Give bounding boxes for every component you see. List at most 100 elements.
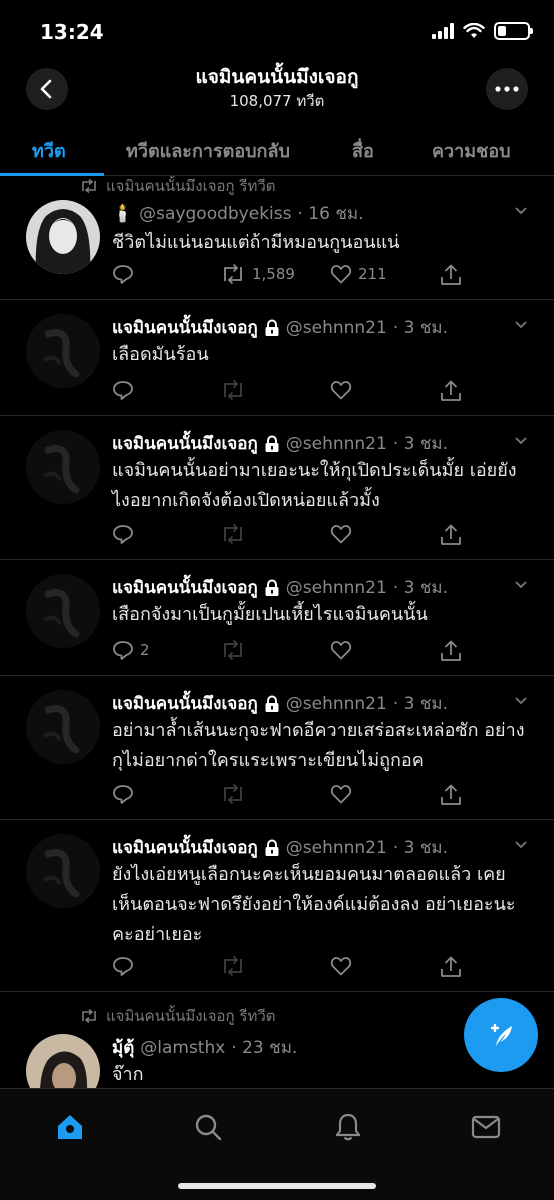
- tab-likes[interactable]: ความชอบ: [432, 136, 511, 165]
- tweet-item[interactable]: แจมินคนนั้นมึงเจอกู @sehnnn21 · 3 ชม. เล…: [0, 300, 554, 416]
- tweet-time: · 16 ชม.: [297, 204, 364, 224]
- retweet-button[interactable]: [220, 640, 246, 660]
- like-button[interactable]: [330, 380, 352, 400]
- author-name[interactable]: มุ้ตุ้: [112, 1034, 134, 1061]
- reply-button[interactable]: 2: [112, 640, 150, 660]
- chevron-down-icon[interactable]: [514, 434, 528, 448]
- chevron-down-icon[interactable]: [514, 578, 528, 592]
- tab-media[interactable]: สื่อ: [352, 136, 374, 165]
- tweet-item[interactable]: แจมินคนนั้นมึงเจอกู @sehnnn21 · 3 ชม. แจ…: [0, 416, 554, 560]
- retweet-button[interactable]: [220, 524, 246, 544]
- author-name[interactable]: 🕯️: [112, 204, 133, 224]
- tweet-item[interactable]: แจมินคนนั้นมึงเจอกู รีทวีต 🕯️ @saygoodby…: [0, 176, 554, 300]
- bell-icon: [335, 1113, 361, 1141]
- tweet-item[interactable]: แจมินคนนั้นมึงเจอกู @sehnnn21 · 3 ชม. ยั…: [0, 820, 554, 992]
- share-button[interactable]: [440, 956, 462, 978]
- author-name[interactable]: แจมินคนนั้นมึงเจอกู: [112, 690, 258, 717]
- heart-icon: [330, 785, 352, 804]
- nav-search[interactable]: [188, 1107, 228, 1147]
- reply-button[interactable]: [112, 380, 140, 400]
- retweet-icon: [224, 956, 242, 976]
- tweet-actions: [112, 956, 464, 980]
- share-button[interactable]: [440, 640, 462, 662]
- chevron-down-icon[interactable]: [514, 838, 528, 852]
- retweet-button[interactable]: [220, 784, 246, 804]
- compose-tweet-button[interactable]: [464, 998, 538, 1072]
- reply-icon: [113, 957, 133, 976]
- retweet-icon: [82, 1009, 96, 1023]
- tweet-text: ยังไงเอ่ยหนูเลือกนะคะเห็นยอมคนมาตลอดแล้ว…: [112, 864, 516, 945]
- share-button[interactable]: [440, 784, 462, 806]
- retweet-count: 1,589: [252, 265, 295, 283]
- author-handle[interactable]: @sehnnn21: [286, 578, 387, 598]
- nav-notifications[interactable]: [328, 1107, 368, 1147]
- author-handle[interactable]: @sehnnn21: [286, 318, 387, 338]
- like-button[interactable]: [330, 784, 352, 804]
- like-button[interactable]: 211: [330, 264, 387, 284]
- tweet-header: แจมินคนนั้นมึงเจอกู @sehnnn21 · 3 ชม.: [112, 430, 504, 457]
- tweet-time: · 3 ชม.: [392, 838, 448, 858]
- retweet-button[interactable]: [220, 956, 246, 976]
- nav-messages[interactable]: [466, 1107, 506, 1147]
- avatar-image: [26, 690, 100, 764]
- author-name[interactable]: แจมินคนนั้นมึงเจอกู: [112, 834, 258, 861]
- tweet-text: ชีวิตไม่แน่นอนแต่ถ้ามีหมอนกูนอนแน่: [112, 232, 400, 253]
- tweet-header: มุ้ตุ้ @lamsthx · 23 ชม.: [112, 1034, 504, 1061]
- status-time: 13:24: [40, 20, 104, 44]
- avatar[interactable]: [26, 690, 100, 764]
- tweet-time: · 23 ชม.: [231, 1038, 298, 1058]
- reply-button[interactable]: [112, 784, 140, 804]
- avatar-image: [26, 574, 100, 648]
- heart-icon: [330, 957, 352, 976]
- reply-button[interactable]: [112, 956, 140, 976]
- avatar[interactable]: [26, 834, 100, 908]
- retweet-icon: [224, 640, 242, 660]
- chevron-down-icon[interactable]: [514, 318, 528, 332]
- tweet-header: แจมินคนนั้นมึงเจอกู @sehnnn21 · 3 ชม.: [112, 574, 504, 601]
- tab-tweets[interactable]: ทวีต: [32, 136, 66, 165]
- profile-tabs: ทวีต ทวีตและการตอบกลับ สื่อ ความชอบ: [0, 118, 554, 176]
- retweet-button[interactable]: 1,589: [220, 264, 295, 284]
- retweet-icon: [224, 784, 242, 804]
- share-button[interactable]: [440, 524, 462, 546]
- avatar[interactable]: [26, 430, 100, 504]
- avatar[interactable]: [26, 574, 100, 648]
- reply-button[interactable]: [112, 524, 140, 544]
- tweet-time: · 3 ชม.: [392, 434, 448, 454]
- profile-name-title: แจมินคนนั้นมึงเจอกู: [195, 66, 359, 88]
- avatar[interactable]: [26, 1034, 100, 1088]
- home-indicator[interactable]: [178, 1183, 376, 1189]
- author-name[interactable]: แจมินคนนั้นมึงเจอกู: [112, 314, 258, 341]
- avatar[interactable]: [26, 314, 100, 388]
- author-handle[interactable]: @saygoodbyekiss: [139, 204, 291, 224]
- tweet-actions: 2: [112, 640, 464, 664]
- author-name[interactable]: แจมินคนนั้นมึงเจอกู: [112, 574, 258, 601]
- tweet-item[interactable]: แจมินคนนั้นมึงเจอกู @sehnnn21 · 3 ชม. อย…: [0, 676, 554, 820]
- chevron-down-icon[interactable]: [514, 694, 528, 708]
- like-button[interactable]: [330, 956, 352, 976]
- avatar-image: [26, 314, 100, 388]
- share-button[interactable]: [440, 380, 462, 402]
- share-button[interactable]: [440, 264, 462, 286]
- retweet-button[interactable]: [220, 380, 246, 400]
- avatar[interactable]: [26, 200, 100, 274]
- avatar-image: [26, 430, 100, 504]
- tweet-feed[interactable]: แจมินคนนั้นมึงเจอกู รีทวีต 🕯️ @saygoodby…: [0, 176, 554, 1088]
- nav-home[interactable]: [50, 1107, 90, 1147]
- tweet-item[interactable]: แจมินคนนั้นมึงเจอกู @sehnnn21 · 3 ชม. เส…: [0, 560, 554, 676]
- like-button[interactable]: [330, 524, 352, 544]
- like-button[interactable]: [330, 640, 352, 660]
- chevron-down-icon[interactable]: [514, 204, 528, 218]
- author-name[interactable]: แจมินคนนั้นมึงเจอกู: [112, 430, 258, 457]
- tweet-time: · 3 ชม.: [392, 694, 448, 714]
- author-handle[interactable]: @lamsthx: [140, 1038, 225, 1058]
- reply-icon: [113, 265, 133, 284]
- more-options-button[interactable]: [486, 68, 528, 110]
- author-handle[interactable]: @sehnnn21: [286, 694, 387, 714]
- tab-tweets-and-replies[interactable]: ทวีตและการตอบกลับ: [126, 136, 290, 165]
- author-handle[interactable]: @sehnnn21: [286, 434, 387, 454]
- tweet-text: เลือดมันร้อน: [112, 344, 209, 365]
- tweet-header: แจมินคนนั้นมึงเจอกู @sehnnn21 · 3 ชม.: [112, 834, 504, 861]
- reply-button[interactable]: [112, 264, 140, 284]
- author-handle[interactable]: @sehnnn21: [286, 838, 387, 858]
